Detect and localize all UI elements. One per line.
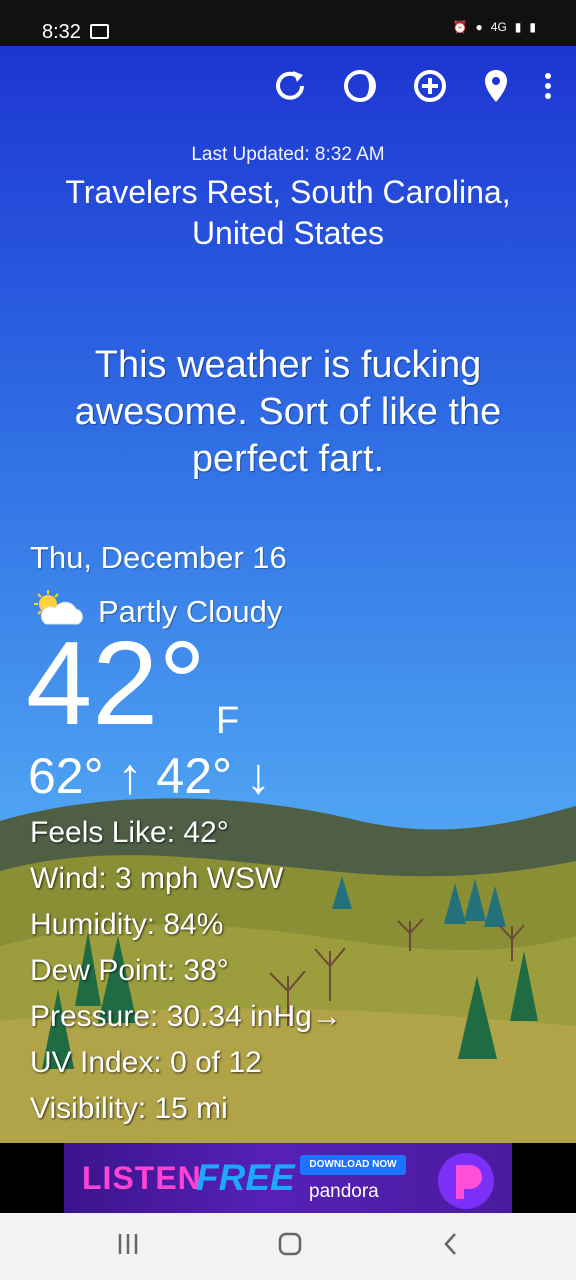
- location-status-icon: ●: [475, 20, 483, 34]
- tagline: This weather is fucking awesome. Sort of…: [0, 342, 576, 483]
- humidity: Humidity: 84%: [30, 908, 224, 941]
- network-label: 4G: [490, 20, 507, 34]
- pandora-logo-icon: [434, 1149, 498, 1213]
- current-temperature: 42°: [26, 617, 206, 750]
- ad-bar: LISTEN FREE DOWNLOAD NOW pandora: [0, 1143, 576, 1213]
- feels-like: Feels Like: 42°: [30, 816, 229, 849]
- last-updated: Last Updated: 8:32 AM: [191, 144, 385, 165]
- location-line-1: Travelers Rest, South Carolina,: [65, 174, 511, 210]
- high-low-temperature: 62° ↑ 42° ↓: [28, 748, 271, 804]
- notification-icon: [90, 24, 109, 39]
- visibility: Visibility: 15 mi: [30, 1092, 228, 1125]
- home-icon[interactable]: [277, 1231, 303, 1262]
- alarm-icon: ⏰: [452, 20, 468, 34]
- toolbar: [272, 68, 552, 104]
- tagline-line-1: This weather is fucking: [94, 344, 482, 386]
- pressure: Pressure: 30.34 inHg→: [30, 1000, 342, 1033]
- weather-screen: Last Updated: 8:32 AM Travelers Rest, So…: [0, 46, 576, 1143]
- navigation-bar: [0, 1213, 576, 1280]
- uv-index: UV Index: 0 of 12: [30, 1046, 262, 1079]
- ad-free-text: FREE: [196, 1157, 295, 1198]
- location-line-2: United States: [191, 215, 385, 251]
- location-pin-icon[interactable]: [482, 68, 510, 104]
- theme-icon[interactable]: [342, 68, 378, 104]
- status-time: 8:32: [42, 21, 81, 43]
- ad-brand: pandora: [309, 1181, 379, 1202]
- location-name[interactable]: Travelers Rest, South Carolina, United S…: [0, 172, 576, 254]
- tagline-line-2: awesome. Sort of like the: [74, 391, 502, 433]
- refresh-icon[interactable]: [272, 68, 308, 104]
- add-location-icon[interactable]: [412, 68, 448, 104]
- tagline-line-3: perfect fart.: [191, 438, 385, 480]
- back-icon[interactable]: [442, 1231, 460, 1262]
- status-bar: 8:32 ⏰ ● 4G ▮ ▮: [0, 0, 576, 46]
- ad-download-button[interactable]: DOWNLOAD NOW: [300, 1155, 406, 1175]
- battery-icon: ▮: [529, 20, 536, 34]
- wind: Wind: 3 mph WSW: [30, 862, 284, 895]
- forecast-date: Thu, December 16: [30, 540, 287, 575]
- recent-apps-icon[interactable]: [116, 1231, 140, 1262]
- temperature-unit[interactable]: F: [216, 700, 239, 743]
- pandora-ad-banner[interactable]: LISTEN FREE DOWNLOAD NOW pandora: [64, 1143, 512, 1213]
- signal-icon: ▮: [514, 20, 522, 34]
- status-icons: ⏰ ● 4G ▮ ▮: [453, 20, 536, 34]
- overflow-menu-icon[interactable]: [544, 71, 552, 101]
- ad-listen-text: LISTEN: [82, 1160, 202, 1196]
- dew-point: Dew Point: 38°: [30, 954, 229, 987]
- weather-details: Feels Like: 42° Wind: 3 mph WSW Humidity…: [30, 810, 342, 1132]
